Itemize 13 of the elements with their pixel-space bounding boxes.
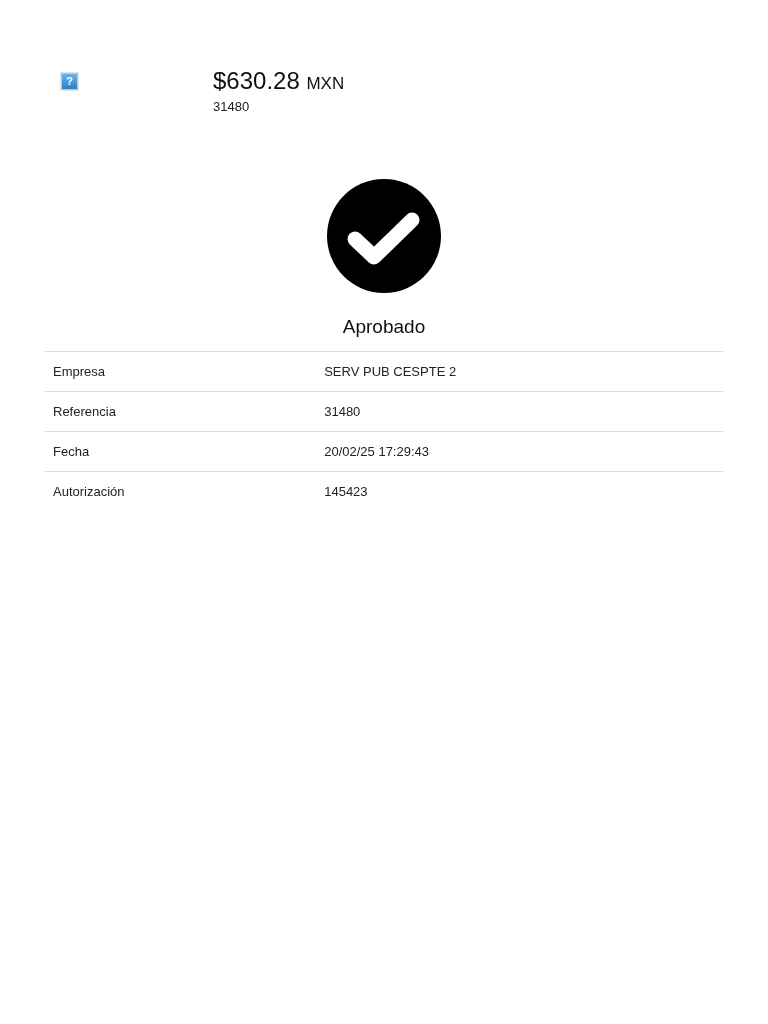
detail-value: 31480 — [316, 391, 723, 432]
broken-image-icon: ? — [61, 73, 78, 90]
detail-label: Empresa — [45, 351, 317, 392]
check-circle-icon — [327, 178, 441, 293]
payment-reference: 31480 — [213, 98, 251, 117]
detail-value: 145423 — [316, 471, 723, 512]
detail-label: Autorización — [45, 471, 317, 512]
detail-label: Fecha — [45, 431, 317, 472]
detail-value: 20/02/25 17:29:43 — [316, 431, 723, 472]
payment-amount: $630.28 MXN — [213, 68, 345, 94]
detail-label: Referencia — [45, 391, 317, 432]
status-label: Aprobado — [342, 314, 426, 339]
detail-value: SERV PUB CESPTE 2 — [316, 351, 723, 392]
